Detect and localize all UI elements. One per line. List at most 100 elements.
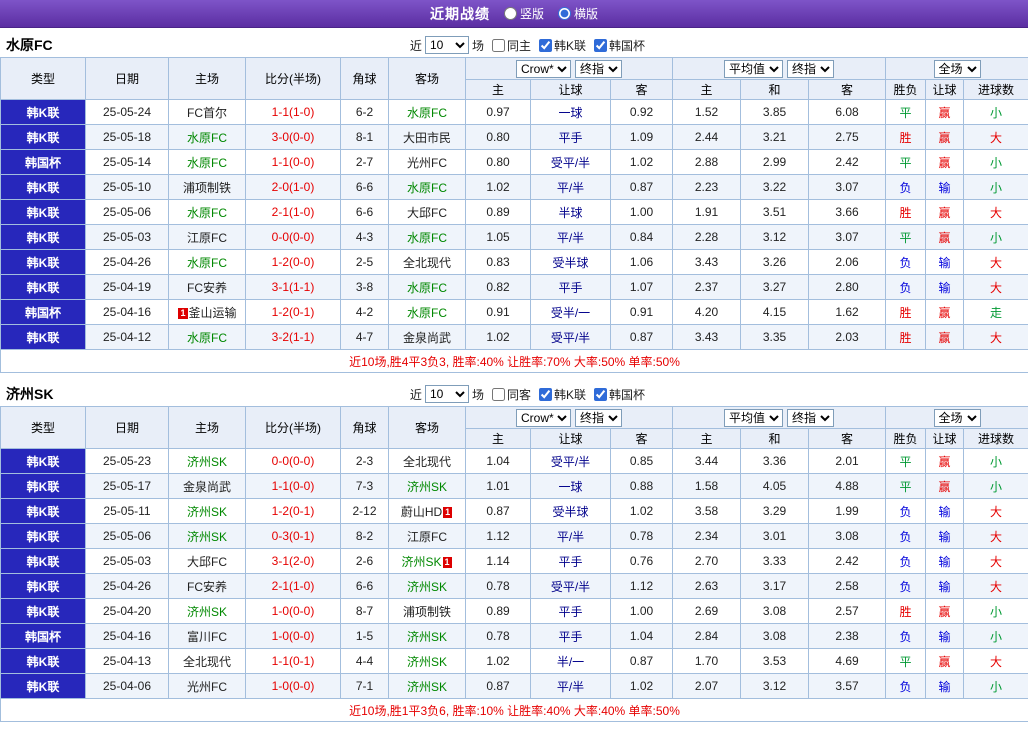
asian-stage-select[interactable]: 终指 <box>575 409 622 427</box>
avg-draw-odds: 4.05 <box>741 474 809 499</box>
euro-stage-select[interactable]: 终指 <box>787 60 834 78</box>
match-score: 1-2(0-0) <box>246 250 341 275</box>
match-row: 韩国杯25-04-16富川FC1-0(0-0)1-5济州SK0.78平手1.04… <box>1 624 1028 649</box>
result-handicap: 输 <box>926 499 964 524</box>
table-header: 类型 日期 主场 比分(半场) 角球 客场 Crow*终指 平均值终指 全场 <box>1 58 1028 100</box>
team-cell: 济州SK <box>389 649 466 674</box>
result-handicap: 赢 <box>926 325 964 350</box>
cup-checkbox[interactable] <box>594 39 607 52</box>
col-header-asian-handicap: 让球 <box>531 429 611 449</box>
result-wdl: 负 <box>886 250 926 275</box>
results-table: 类型 日期 主场 比分(半场) 角球 客场 Crow*终指 平均值终指 全场 <box>0 57 1028 373</box>
match-row: 韩K联25-04-20济州SK1-0(0-0)8-7浦项制铁0.89平手1.00… <box>1 599 1028 624</box>
kleague-checkbox[interactable] <box>539 388 552 401</box>
bookmaker-select[interactable]: Crow* <box>516 60 571 78</box>
col-header-avg-draw: 和 <box>741 429 809 449</box>
asian-handicap: 平/半 <box>531 175 611 200</box>
avg-source-select[interactable]: 平均值 <box>724 60 783 78</box>
bookmaker-select[interactable]: Crow* <box>516 409 571 427</box>
avg-draw-odds: 3.21 <box>741 125 809 150</box>
same-venue-filter[interactable]: 同客 <box>487 386 531 403</box>
recent-count-select[interactable]: 10 <box>425 36 469 54</box>
avg-home-odds: 2.44 <box>673 125 741 150</box>
asian-stage-select[interactable]: 终指 <box>575 60 622 78</box>
league-filter-kleague[interactable]: 韩K联 <box>534 37 586 54</box>
match-score: 2-0(1-0) <box>246 175 341 200</box>
recent-count-select[interactable]: 10 <box>425 385 469 403</box>
avg-away-odds: 3.08 <box>809 524 886 549</box>
layout-radio-horizontal[interactable]: 横版 <box>558 5 598 22</box>
avg-home-odds: 4.20 <box>673 300 741 325</box>
match-row: 韩K联25-04-19FC安养3-1(1-1)3-8水原FC0.82平手1.07… <box>1 275 1028 300</box>
avg-source-select[interactable]: 平均值 <box>724 409 783 427</box>
match-row: 韩国杯25-05-14水原FC1-1(0-0)2-7光州FC0.80受平/半1.… <box>1 150 1028 175</box>
league-filter-cup[interactable]: 韩国杯 <box>589 37 645 54</box>
league-filter-cup[interactable]: 韩国杯 <box>589 386 645 403</box>
asian-handicap: 一球 <box>531 474 611 499</box>
asian-handicap: 平手 <box>531 125 611 150</box>
asian-handicap: 受平/半 <box>531 150 611 175</box>
match-row: 韩K联25-05-06济州SK0-3(0-1)8-2江原FC1.12平/半0.7… <box>1 524 1028 549</box>
col-header-asian-handicap: 让球 <box>531 80 611 100</box>
team-cell: 水原FC <box>169 125 246 150</box>
asian-away-odds: 0.87 <box>611 175 673 200</box>
result-handicap: 赢 <box>926 125 964 150</box>
asian-away-odds: 0.87 <box>611 649 673 674</box>
avg-away-odds: 4.69 <box>809 649 886 674</box>
scope-select[interactable]: 全场 <box>934 409 981 427</box>
euro-stage-select[interactable]: 终指 <box>787 409 834 427</box>
match-score: 1-0(0-0) <box>246 624 341 649</box>
league-type-cell: 韩K联 <box>1 100 86 125</box>
league-filter-kleague[interactable]: 韩K联 <box>534 386 586 403</box>
horizontal-radio-input[interactable] <box>558 7 571 20</box>
result-scope-header: 全场 <box>886 407 1028 429</box>
layout-radio-vertical[interactable]: 竖版 <box>504 5 544 22</box>
col-header-score: 比分(半场) <box>246 58 341 100</box>
filter-bar: 近 10 场 同客 韩K联 韩国杯 <box>410 385 645 403</box>
team-name-text: 济州SK <box>407 580 447 594</box>
same-venue-checkbox[interactable] <box>492 39 505 52</box>
asian-handicap: 一球 <box>531 100 611 125</box>
vertical-radio-input[interactable] <box>504 7 517 20</box>
asian-away-odds: 0.92 <box>611 100 673 125</box>
col-header-avg-home: 主 <box>673 80 741 100</box>
team-cell: 浦项制铁 <box>169 175 246 200</box>
team-cell: FC安养 <box>169 275 246 300</box>
team-cell: 江原FC <box>389 524 466 549</box>
asian-odds-header: Crow*终指 <box>466 58 673 80</box>
avg-draw-odds: 3.26 <box>741 250 809 275</box>
match-date: 25-04-26 <box>86 574 169 599</box>
league-type-cell: 韩K联 <box>1 175 86 200</box>
col-header-wdl: 胜负 <box>886 429 926 449</box>
match-date: 25-04-16 <box>86 624 169 649</box>
col-header-home: 主场 <box>169 58 246 100</box>
team-cell: 大邱FC <box>389 200 466 225</box>
league-type-cell: 韩K联 <box>1 574 86 599</box>
match-row: 韩K联25-05-03大邱FC3-1(2-0)2-6济州SK11.14平手0.7… <box>1 549 1028 574</box>
asian-away-odds: 1.06 <box>611 250 673 275</box>
team-name-text: 水原FC <box>187 331 227 345</box>
team-name-text: 全北现代 <box>183 655 231 669</box>
result-wdl: 胜 <box>886 325 926 350</box>
team-name-text: 富川FC <box>187 630 227 644</box>
team-name-text: 全北现代 <box>403 256 451 270</box>
col-header-avg-draw: 和 <box>741 80 809 100</box>
result-handicap: 赢 <box>926 150 964 175</box>
avg-away-odds: 3.57 <box>809 674 886 699</box>
result-goals: 小 <box>964 474 1028 499</box>
match-row: 韩K联25-05-23济州SK0-0(0-0)2-3全北现代1.04受平/半0.… <box>1 449 1028 474</box>
same-venue-filter[interactable]: 同主 <box>487 37 531 54</box>
cup-checkbox[interactable] <box>594 388 607 401</box>
team-name-text: 光州FC <box>187 680 227 694</box>
result-goals: 小 <box>964 674 1028 699</box>
scope-select[interactable]: 全场 <box>934 60 981 78</box>
avg-away-odds: 2.38 <box>809 624 886 649</box>
asian-home-odds: 1.02 <box>466 175 531 200</box>
team-name-text: 水原FC <box>407 106 447 120</box>
result-handicap: 赢 <box>926 599 964 624</box>
team-cell: 济州SK <box>389 474 466 499</box>
kleague-checkbox[interactable] <box>539 39 552 52</box>
match-score: 1-2(0-1) <box>246 300 341 325</box>
avg-away-odds: 2.03 <box>809 325 886 350</box>
same-venue-checkbox[interactable] <box>492 388 505 401</box>
